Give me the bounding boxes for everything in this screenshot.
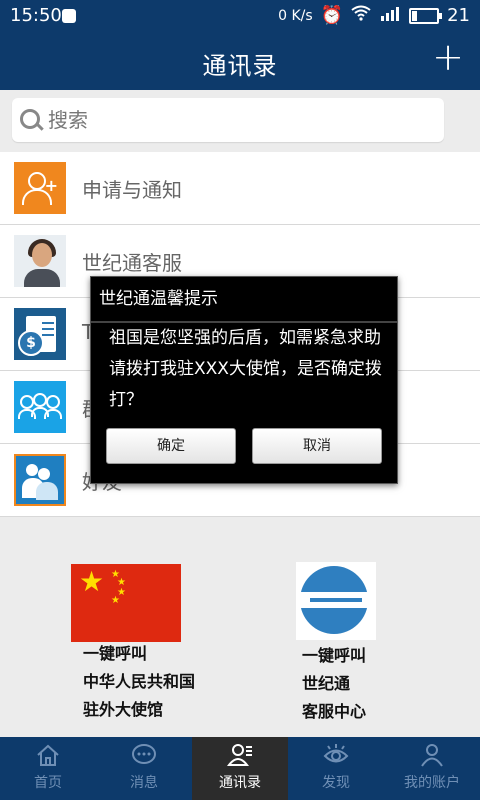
list-item-label: 申请与通知 [82,178,182,202]
tab-messages[interactable]: 消息 [96,737,192,800]
tab-label: 通讯录 [219,775,261,791]
search-input[interactable] [46,104,430,136]
contacts-icon [227,744,252,766]
battery-level: 21 [447,5,470,26]
search-box[interactable] [12,98,444,142]
app-header: 通讯录 + [0,32,480,90]
tab-discover[interactable]: 发现 [288,737,384,800]
search-area [0,90,480,152]
group-icon [14,381,66,433]
page-title: 通讯录 [202,52,278,80]
user-icon [421,744,443,767]
tab-label: 消息 [130,775,158,791]
status-time: 15:50 [10,5,62,26]
list-item-label: 世纪通客服 [82,251,182,275]
dialog-title: 世纪通温馨提示 [91,277,397,323]
tab-home[interactable]: 首页 [0,737,96,800]
china-flag-icon: ★ ★ ★ ★ ★ [71,564,181,642]
eye-icon [323,744,349,763]
home-icon [37,744,59,766]
tab-label: 首页 [34,775,62,791]
service-call-line3: 客服中心 [302,702,367,721]
search-icon [20,109,40,129]
notification-icon [62,9,76,23]
tab-bar: 首页 消息 通讯录 发现 我的账户 [0,737,480,800]
tab-label: 我的账户 [404,775,460,791]
alarm-icon: ⏰ [320,5,344,26]
cancel-button[interactable]: 取消 [252,428,382,464]
service-call-line1: 一键呼叫 [302,646,367,665]
signal-icon [379,5,401,26]
add-button[interactable]: + [432,38,464,76]
chat-icon [132,744,156,764]
tab-account[interactable]: 我的账户 [384,737,480,800]
service-call-line2: 世纪通 [302,674,351,693]
net-speed: 0 K/s [278,7,313,24]
battery-icon [409,7,443,24]
embassy-call-line3: 驻外大使馆 [83,700,164,719]
alert-dialog: 世纪通温馨提示 祖国是您坚强的后盾，如需紧急求助请拨打我驻XXX大使馆，是否确定… [90,276,398,484]
dialog-message: 祖国是您坚强的后盾，如需紧急求助请拨打我驻XXX大使馆，是否确定拨打？ [109,328,382,410]
list-item-apply-notify[interactable]: + 申请与通知 [0,152,480,225]
add-contact-icon: + [14,162,66,214]
embassy-call-line2: 中华人民共和国 [83,672,196,691]
embassy-call-line1: 一键呼叫 [83,644,148,663]
bill-icon: $ [14,308,66,360]
customer-service-avatar [14,235,66,287]
tab-contacts[interactable]: 通讯录 [192,737,288,800]
status-bar: 15:50 0 K/s ⏰ 21 [0,0,480,32]
shijitong-logo-icon [296,562,376,640]
service-quick-call[interactable]: 一键呼叫 世纪通 客服中心 [296,562,416,742]
embassy-quick-call[interactable]: ★ ★ ★ ★ ★ 一键呼叫 中华人民共和国 驻外大使馆 [71,564,211,744]
confirm-button[interactable]: 确定 [106,428,236,464]
tab-label: 发现 [322,775,350,791]
friends-icon [14,454,66,506]
quick-call-area: ★ ★ ★ ★ ★ 一键呼叫 中华人民共和国 驻外大使馆 一键呼叫 世纪通 客服… [0,540,480,736]
wifi-icon [351,5,371,26]
